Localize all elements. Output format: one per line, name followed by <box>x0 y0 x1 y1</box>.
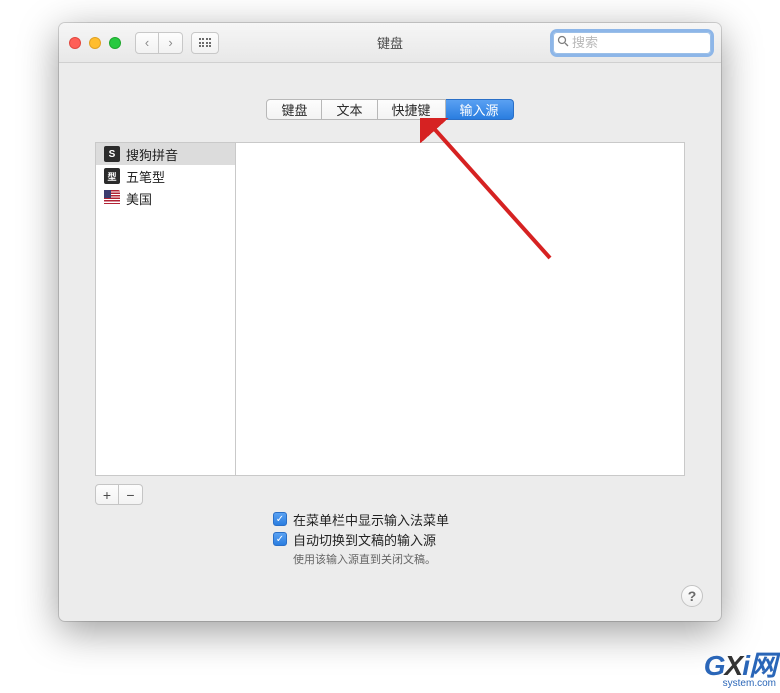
checkbox-row[interactable]: ✓ 在菜单栏中显示输入法菜单 <box>273 509 449 529</box>
maximize-icon[interactable] <box>109 37 121 49</box>
tab-keyboard[interactable]: 键盘 <box>266 99 322 120</box>
hint-text: 使用该输入源直到关闭文稿。 <box>293 551 449 567</box>
close-icon[interactable] <box>69 37 81 49</box>
sogou-icon: S <box>104 146 120 162</box>
wubi-icon: 型 <box>104 168 120 184</box>
window-title: 键盘 <box>377 33 403 52</box>
options-group: ✓ 在菜单栏中显示输入法菜单 ✓ 自动切换到文稿的输入源 使用该输入源直到关闭文… <box>273 509 449 567</box>
tab-input-sources[interactable]: 输入源 <box>446 99 514 120</box>
add-button[interactable]: + <box>95 484 119 505</box>
tab-shortcuts[interactable]: 快捷键 <box>378 99 446 120</box>
tab-bar: 键盘 文本 快捷键 输入源 <box>95 99 685 120</box>
grid-icon <box>199 38 212 47</box>
checkbox-label: 在菜单栏中显示输入法菜单 <box>293 510 449 529</box>
search-field[interactable]: ✕ <box>553 32 711 54</box>
preferences-window: ‹ › 键盘 ✕ 键盘 文本 快捷键 输入源 <box>59 23 721 621</box>
remove-button[interactable]: − <box>119 484 143 505</box>
input-sources-panel: S 搜狗拼音 型 五笔型 美国 <box>95 142 685 476</box>
checkbox-show-menu[interactable]: ✓ <box>273 512 287 526</box>
minimize-icon[interactable] <box>89 37 101 49</box>
source-detail <box>235 142 685 476</box>
search-input[interactable] <box>572 35 721 50</box>
list-item[interactable]: 美国 <box>96 187 235 209</box>
checkbox-label: 自动切换到文稿的输入源 <box>293 530 436 549</box>
checkbox-row[interactable]: ✓ 自动切换到文稿的输入源 <box>273 529 449 549</box>
source-list[interactable]: S 搜狗拼音 型 五笔型 美国 <box>95 142 235 476</box>
help-button[interactable]: ? <box>681 585 703 607</box>
forward-button[interactable]: › <box>159 32 183 54</box>
source-label: 五笔型 <box>126 167 165 186</box>
titlebar: ‹ › 键盘 ✕ <box>59 23 721 63</box>
window-controls <box>69 37 121 49</box>
watermark: GXi网 system.com <box>704 644 776 689</box>
tab-text[interactable]: 文本 <box>322 99 377 120</box>
search-icon <box>557 35 569 50</box>
back-button[interactable]: ‹ <box>135 32 159 54</box>
source-label: 美国 <box>126 189 152 208</box>
usa-flag-icon <box>104 190 120 206</box>
list-item[interactable]: 型 五笔型 <box>96 165 235 187</box>
add-remove-buttons: + − <box>95 484 143 505</box>
show-all-button[interactable] <box>191 32 219 54</box>
checkbox-auto-switch[interactable]: ✓ <box>273 532 287 546</box>
nav-buttons: ‹ › <box>135 32 183 54</box>
content-area: 键盘 文本 快捷键 输入源 S 搜狗拼音 型 五笔型 美国 <box>59 63 721 523</box>
list-item[interactable]: S 搜狗拼音 <box>96 143 235 165</box>
source-label: 搜狗拼音 <box>126 145 178 164</box>
